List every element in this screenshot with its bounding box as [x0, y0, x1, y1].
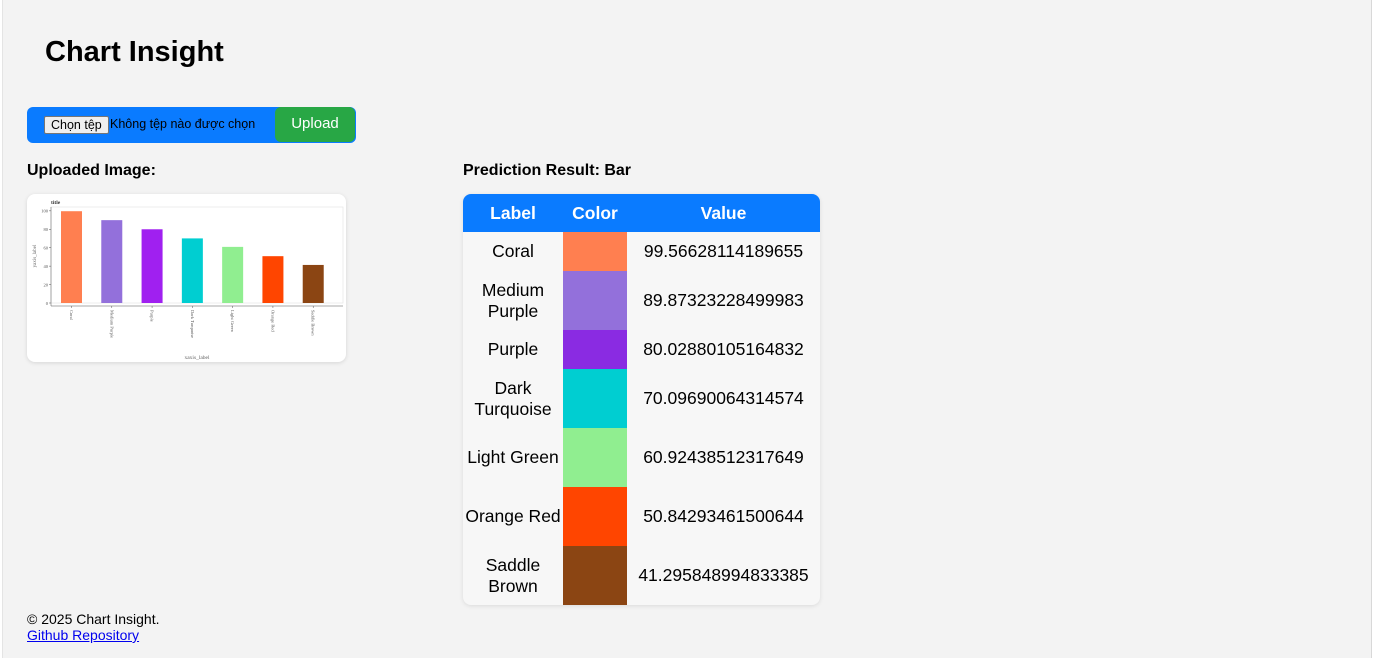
y-tick-label: 80: [44, 227, 49, 232]
github-repository-link[interactable]: Github Repository: [27, 627, 160, 643]
column-header-color: Color: [563, 194, 627, 232]
row-label: Orange Red: [465, 506, 561, 526]
row-value: 70.09690064314574: [643, 388, 804, 408]
y-tick-label: 40: [44, 264, 49, 269]
x-tick-label: Dark Turquoise: [190, 310, 195, 338]
y-tick-label: 60: [44, 246, 49, 251]
x-tick-label: Medium Purple: [109, 310, 114, 338]
x-tick-label: Purple: [150, 310, 155, 322]
table-row: Orange Red 50.84293461500644: [463, 487, 820, 546]
table-header-row: Label Color Value: [463, 194, 820, 232]
row-label: Saddle Brown: [485, 554, 541, 596]
uploaded-image-heading: Uploaded Image:: [27, 162, 156, 179]
row-label: Light Green: [467, 447, 559, 467]
prediction-result-heading: Prediction Result: Bar: [463, 162, 632, 179]
row-label: Purple: [487, 339, 539, 359]
uploaded-chart-image: title 0 20 40 60 80 100 yaxis_label xaxis_label C…: [33, 200, 344, 361]
page: Chart Insight Chọn tệp Không tệp nào đượ…: [2, 0, 1372, 658]
app-title: Chart Insight: [45, 36, 224, 68]
bar: [222, 246, 244, 303]
bar: [302, 264, 324, 303]
row-value: 60.92438512317649: [643, 447, 804, 467]
x-tick-label: Light Green: [230, 310, 235, 333]
row-color-swatch: [563, 232, 627, 271]
column-header-value: Value: [627, 194, 820, 232]
table-row: Coral 99.56628114189655: [463, 232, 820, 271]
uploaded-image: title 0 20 40 60 80 100 yaxis_label xaxis_label C…: [27, 194, 346, 362]
column-header-label: Label: [463, 194, 563, 232]
row-color-swatch: [563, 428, 627, 487]
x-tick-label: Coral: [69, 310, 74, 321]
row-label: Coral: [492, 241, 534, 261]
choose-file-button[interactable]: Chọn tệp: [44, 116, 109, 134]
row-label: Dark Turquoise: [474, 377, 552, 419]
row-value: 50.84293461500644: [643, 506, 804, 526]
table-row: Dark Turquoise 70.09690064314574: [463, 369, 820, 428]
upload-button[interactable]: Upload: [275, 107, 355, 142]
bar: [181, 238, 203, 303]
bar: [141, 229, 163, 303]
row-color-swatch: [563, 330, 627, 369]
row-value: 41.295848994833385: [638, 565, 809, 585]
footer: © 2025 Chart Insight. Github Repository: [27, 611, 160, 643]
row-color-swatch: [563, 271, 627, 330]
bar: [61, 211, 82, 303]
table-row: Medium Purple 89.87323228499983: [463, 271, 820, 330]
row-label: Medium Purple: [481, 279, 545, 321]
row-value: 80.02880105164832: [643, 339, 804, 359]
prediction-table: Label Color Value Coral 99.5662811418965…: [463, 194, 820, 605]
table-row: Saddle Brown 41.295848994833385: [463, 546, 820, 605]
chart-title: title: [51, 200, 61, 206]
x-tick-label: Saddle Brown: [311, 310, 316, 336]
x-axis-label: xaxis_label: [184, 355, 210, 361]
bar: [262, 256, 284, 303]
file-status-text: Không tệp nào được chọn: [110, 117, 256, 131]
table-row: Purple 80.02880105164832: [463, 330, 820, 369]
y-axis-label: yaxis_label: [33, 244, 38, 267]
y-tick-label: 100: [41, 209, 49, 214]
row-color-swatch: [563, 546, 627, 605]
upload-form: Chọn tệp Không tệp nào được chọn Upload: [27, 107, 356, 143]
table-row: Light Green 60.92438512317649: [463, 428, 820, 487]
y-tick-label: 0: [46, 301, 49, 306]
row-value: 89.87323228499983: [643, 290, 804, 310]
y-tick-label: 20: [44, 282, 49, 287]
copyright-text: © 2025 Chart Insight.: [27, 611, 160, 627]
row-value: 99.56628114189655: [643, 241, 804, 261]
row-color-swatch: [563, 369, 627, 428]
row-color-swatch: [563, 487, 627, 546]
bar: [101, 220, 123, 303]
x-tick-label: Orange Red: [270, 310, 275, 332]
